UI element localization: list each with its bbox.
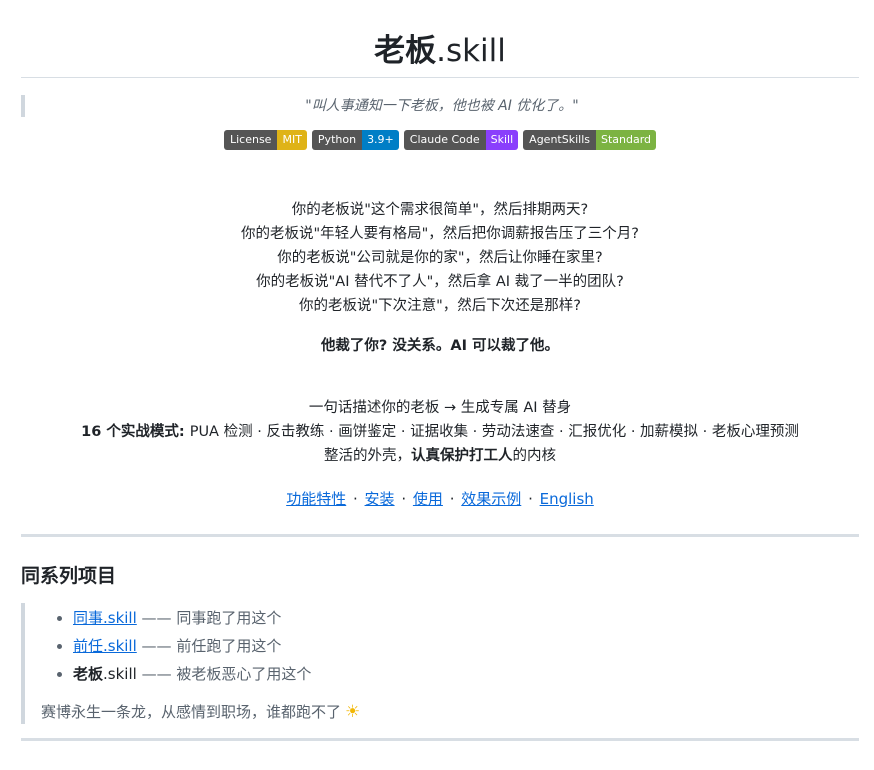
- badge-label: Python: [311, 130, 363, 150]
- tagline-quote: "叫人事通知一下老板，他也被 AI 优化了。": [21, 95, 859, 117]
- badge-label: Claude Code: [403, 130, 486, 150]
- series-blockquote: 同事.skill —— 同事跑了用这个 前任.skill —— 前任跑了用这个 …: [21, 603, 859, 724]
- title-bold: 老板: [374, 33, 437, 69]
- title-suffix: .skill: [436, 33, 506, 69]
- description: 一句话描述你的老板 → 生成专属 AI 替身 16 个实战模式: PUA 检测 …: [21, 396, 859, 468]
- series-link-colleague[interactable]: 同事.skill: [73, 609, 137, 627]
- series-heading: 同系列项目: [21, 565, 117, 587]
- pain-point: 你的老板说"年轻人要有格局"，然后把你调薪报告压了三个月?: [240, 226, 640, 242]
- list-item: 前任.skill —— 前任跑了用这个: [73, 632, 859, 660]
- badge-label: License: [223, 130, 278, 150]
- pain-point: 你的老板说"下次注意"，然后下次还是那样?: [298, 298, 582, 314]
- series-tagline: 赛博永生一条龙，从感情到职场，谁都跑不了 ☀: [41, 700, 859, 724]
- modes-colon: :: [178, 424, 190, 440]
- badge-value: Standard: [595, 130, 657, 150]
- series-desc: —— 同事跑了用这个: [136, 609, 282, 627]
- list-item: 同事.skill —— 同事跑了用这个: [73, 604, 859, 632]
- description-line: 一句话描述你的老板 → 生成专属 AI 替身: [308, 400, 572, 416]
- pain-point: 你的老板说"这个需求很简单"，然后排期两天?: [291, 202, 589, 218]
- badge-value: 3.9+: [362, 130, 399, 150]
- nav-link-examples[interactable]: 效果示例: [461, 490, 521, 508]
- badge-label: AgentSkills: [523, 130, 596, 150]
- python-badge[interactable]: Python 3.9+: [311, 130, 399, 150]
- series-link-ex[interactable]: 前任.skill: [73, 637, 137, 655]
- badge-row: License MIT Python 3.9+ Claude Code Skill A…: [21, 130, 859, 150]
- badge-value: MIT: [277, 130, 307, 150]
- series-current-suffix: .skill: [103, 665, 137, 683]
- title-divider: [21, 77, 859, 78]
- mission-pre: 整活的外壳，: [324, 448, 411, 464]
- badge-value: Skill: [485, 130, 519, 150]
- nav-separator: ·: [528, 490, 533, 508]
- modes-label: 16 个实战模式: [81, 424, 179, 440]
- list-item: 老板.skill —— 被老板恶心了用这个: [73, 660, 859, 688]
- nav-separator: ·: [401, 490, 407, 508]
- series-desc: —— 被老板恶心了用这个: [136, 665, 312, 683]
- modes-line: 16 个实战模式: PUA 检测 · 反击教练 · 画饼鉴定 · 证据收集 · …: [21, 420, 859, 444]
- agentskills-badge[interactable]: AgentSkills Standard: [523, 130, 657, 150]
- readme-content: 老板.skill "叫人事通知一下老板，他也被 AI 优化了。" License…: [21, 0, 859, 741]
- pain-points: 你的老板说"这个需求很简单"，然后排期两天? 你的老板说"年轻人要有格局"，然后…: [21, 198, 859, 318]
- punchline: 他裁了你? 没关系。AI 可以裁了他。: [320, 338, 560, 354]
- nav-separator: ·: [352, 490, 358, 508]
- license-badge[interactable]: License MIT: [223, 130, 307, 150]
- nav-link-english[interactable]: English: [540, 490, 594, 508]
- section-divider: [21, 534, 859, 537]
- modes-list: PUA 检测 · 反击教练 · 画饼鉴定 · 证据收集 · 劳动法速查 · 汇报…: [189, 424, 799, 440]
- mission-post: 的内核: [512, 448, 557, 464]
- series-desc: —— 前任跑了用这个: [136, 637, 282, 655]
- claude-code-badge[interactable]: Claude Code Skill: [403, 130, 519, 150]
- mission-line: 整活的外壳，认真保护打工人的内核: [21, 444, 859, 468]
- nav-link-install[interactable]: 安装: [365, 490, 395, 508]
- series-current-name: 老板: [73, 665, 104, 683]
- nav-separator: ·: [449, 490, 455, 508]
- mission-bold: 认真保护打工人: [411, 448, 513, 464]
- sun-icon: ☀: [345, 702, 361, 722]
- pain-point: 你的老板说"AI 替代不了人"，然后拿 AI 裁了一半的团队?: [256, 274, 624, 290]
- nav-link-features[interactable]: 功能特性: [286, 490, 346, 508]
- section-nav: 功能特性 · 安装 · 使用 · 效果示例 · English: [21, 487, 859, 511]
- nav-link-usage[interactable]: 使用: [413, 490, 443, 508]
- page-title: 老板.skill: [21, 0, 859, 77]
- section-divider: [21, 738, 859, 741]
- series-list: 同事.skill —— 同事跑了用这个 前任.skill —— 前任跑了用这个 …: [41, 603, 859, 688]
- pain-point: 你的老板说"公司就是你的家"，然后让你睡在家里?: [277, 250, 603, 266]
- series-tagline-text: 赛博永生一条龙，从感情到职场，谁都跑不了: [41, 703, 342, 721]
